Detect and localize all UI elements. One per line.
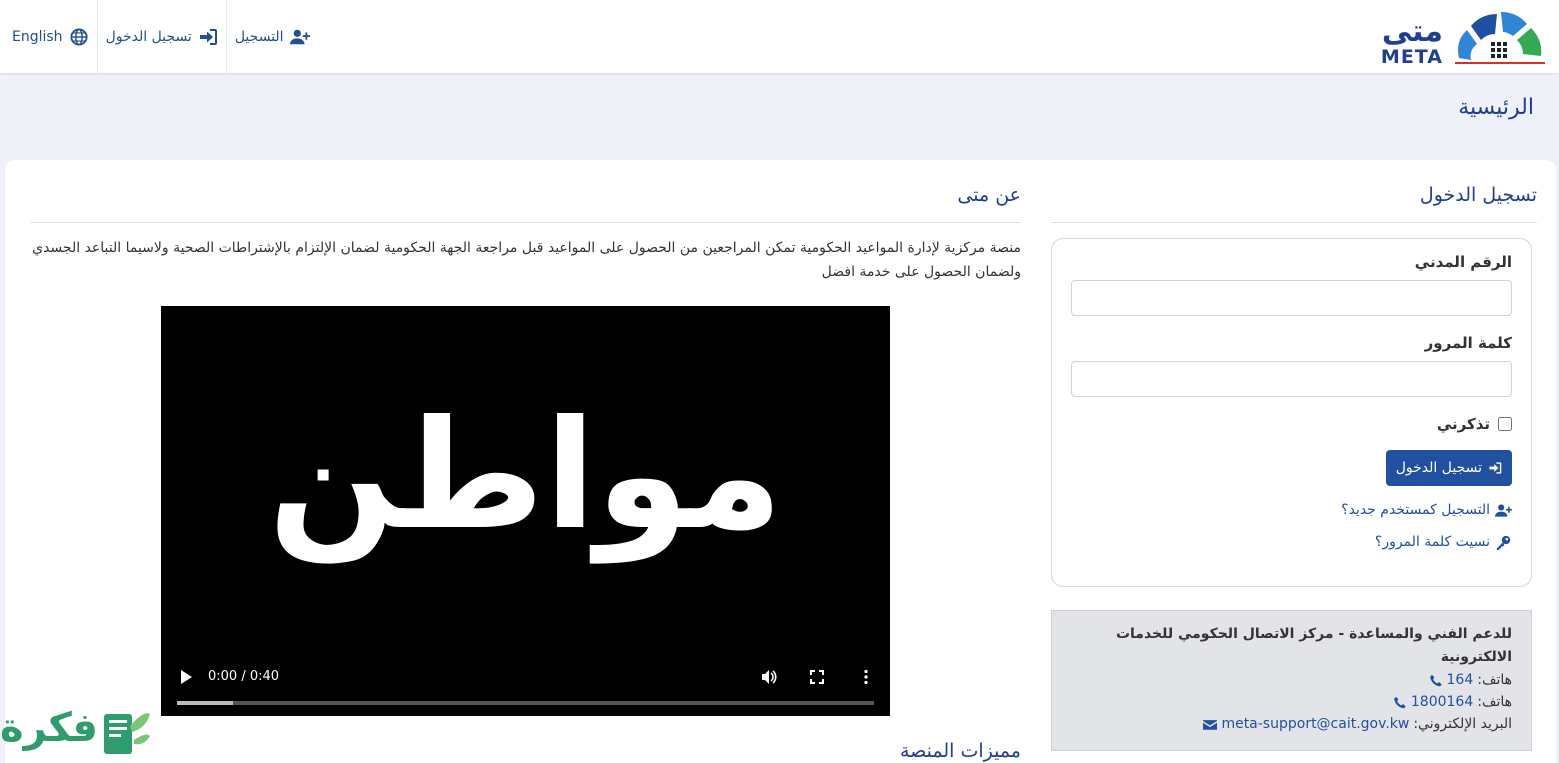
support-phone-1: هاتف: 164 xyxy=(1071,669,1512,691)
user-plus-icon xyxy=(1495,503,1512,517)
forgot-password-label: نسيت كلمة المرور؟ xyxy=(1374,534,1490,550)
watermark-logo: فكرة xyxy=(0,700,156,763)
meta-emblem-icon xyxy=(1455,12,1545,64)
phone-number-2-text: 1800164 xyxy=(1410,694,1474,710)
register-link-label: التسجيل كمستخدم جديد؟ xyxy=(1341,502,1490,518)
watermark-text: فكرة xyxy=(0,705,98,751)
login-form: الرقم المدني كلمة المرور تذكرني تسجيل ال… xyxy=(1051,238,1532,587)
globe-icon xyxy=(70,28,88,46)
remember-me-label[interactable]: تذكرني xyxy=(1437,415,1490,433)
envelope-icon xyxy=(1203,719,1218,730)
login-button-label: تسجيل الدخول xyxy=(1395,460,1482,476)
video-controls: 0:00 / 0:40 xyxy=(161,656,890,716)
video-time: 0:00 / 0:40 xyxy=(208,669,280,684)
support-email-text: meta-support@cait.gov.kw xyxy=(1221,716,1410,732)
video-progress-fill xyxy=(177,701,233,705)
remember-me-checkbox[interactable] xyxy=(1498,417,1512,431)
key-icon xyxy=(1496,535,1511,550)
nav-links: English تسجيل الدخول التسجيل xyxy=(0,0,320,74)
phone-icon xyxy=(1394,696,1406,708)
language-link-label: English xyxy=(12,29,63,45)
top-navbar: English تسجيل الدخول التسجيل متى META xyxy=(0,0,1559,74)
login-section: تسجيل الدخول الرقم المدني كلمة المرور تذ… xyxy=(1051,160,1537,763)
password-label: كلمة المرور xyxy=(1424,334,1512,352)
password-input[interactable] xyxy=(1071,361,1512,397)
book-leaf-icon xyxy=(104,713,150,754)
civil-id-input[interactable] xyxy=(1071,280,1512,316)
support-email: البريد الإلكتروني: meta-support@cait.gov… xyxy=(1071,713,1512,735)
sign-in-icon xyxy=(1489,462,1502,474)
phone-label: هاتف: xyxy=(1477,672,1512,688)
nav-register-link[interactable]: التسجيل xyxy=(227,0,320,74)
support-email-link[interactable]: meta-support@cait.gov.kw xyxy=(1203,713,1409,735)
nav-register-label: التسجيل xyxy=(234,29,284,45)
phone-number-2[interactable]: 1800164 xyxy=(1393,691,1473,713)
email-label: البريد الإلكتروني: xyxy=(1413,716,1512,732)
register-new-user-link[interactable]: التسجيل كمستخدم جديد؟ xyxy=(1071,502,1512,518)
forgot-password-link[interactable]: نسيت كلمة المرور؟ xyxy=(1071,534,1512,550)
nav-login-link[interactable]: تسجيل الدخول xyxy=(98,0,227,74)
meta-logo[interactable]: متى META xyxy=(1381,6,1553,68)
language-switch-link[interactable]: English xyxy=(0,0,98,74)
logo-english-text: META xyxy=(1380,46,1443,68)
page-title: الرئيسية xyxy=(1458,95,1534,120)
video-frame-text: مواطن xyxy=(268,389,783,563)
phone-number-1[interactable]: 164 xyxy=(1429,669,1474,691)
about-title: عن متى xyxy=(30,160,1021,223)
breadcrumb: الرئيسية xyxy=(0,75,1559,145)
support-panel: للدعم الفني والمساعدة - مركز الاتصال الح… xyxy=(1051,610,1532,751)
play-icon[interactable] xyxy=(179,670,193,684)
login-title: تسجيل الدخول xyxy=(1051,160,1537,223)
video-progress-bar[interactable] xyxy=(177,701,874,705)
sign-in-icon xyxy=(199,29,217,45)
logo-arabic-text: متى xyxy=(1381,14,1443,49)
more-options-icon[interactable] xyxy=(858,669,874,685)
volume-icon[interactable] xyxy=(761,669,777,685)
about-description: منصة مركزية لإدارة المواعيد الحكومية تمك… xyxy=(32,240,1021,280)
support-title: للدعم الفني والمساعدة - مركز الاتصال الح… xyxy=(1115,626,1512,665)
intro-video[interactable]: مواطن 0:00 / 0:40 xyxy=(161,306,890,716)
about-section: عن متى منصة مركزية لإدارة المواعيد الحكو… xyxy=(30,160,1021,763)
nav-login-label: تسجيل الدخول xyxy=(105,29,192,45)
civil-id-label: الرقم المدني xyxy=(1414,253,1512,271)
user-plus-icon xyxy=(289,29,310,45)
field-spacer xyxy=(1071,316,1512,334)
features-title: مميزات المنصة xyxy=(899,740,1021,762)
phone-label: هاتف: xyxy=(1477,694,1512,710)
fullscreen-icon[interactable] xyxy=(809,669,825,685)
phone-number-1-text: 164 xyxy=(1446,672,1474,688)
main-card: تسجيل الدخول الرقم المدني كلمة المرور تذ… xyxy=(5,160,1556,763)
support-phone-2: هاتف: 1800164 xyxy=(1071,691,1512,713)
remember-me-row: تذكرني xyxy=(1071,415,1512,433)
login-button[interactable]: تسجيل الدخول xyxy=(1385,450,1512,486)
phone-icon xyxy=(1429,674,1442,686)
